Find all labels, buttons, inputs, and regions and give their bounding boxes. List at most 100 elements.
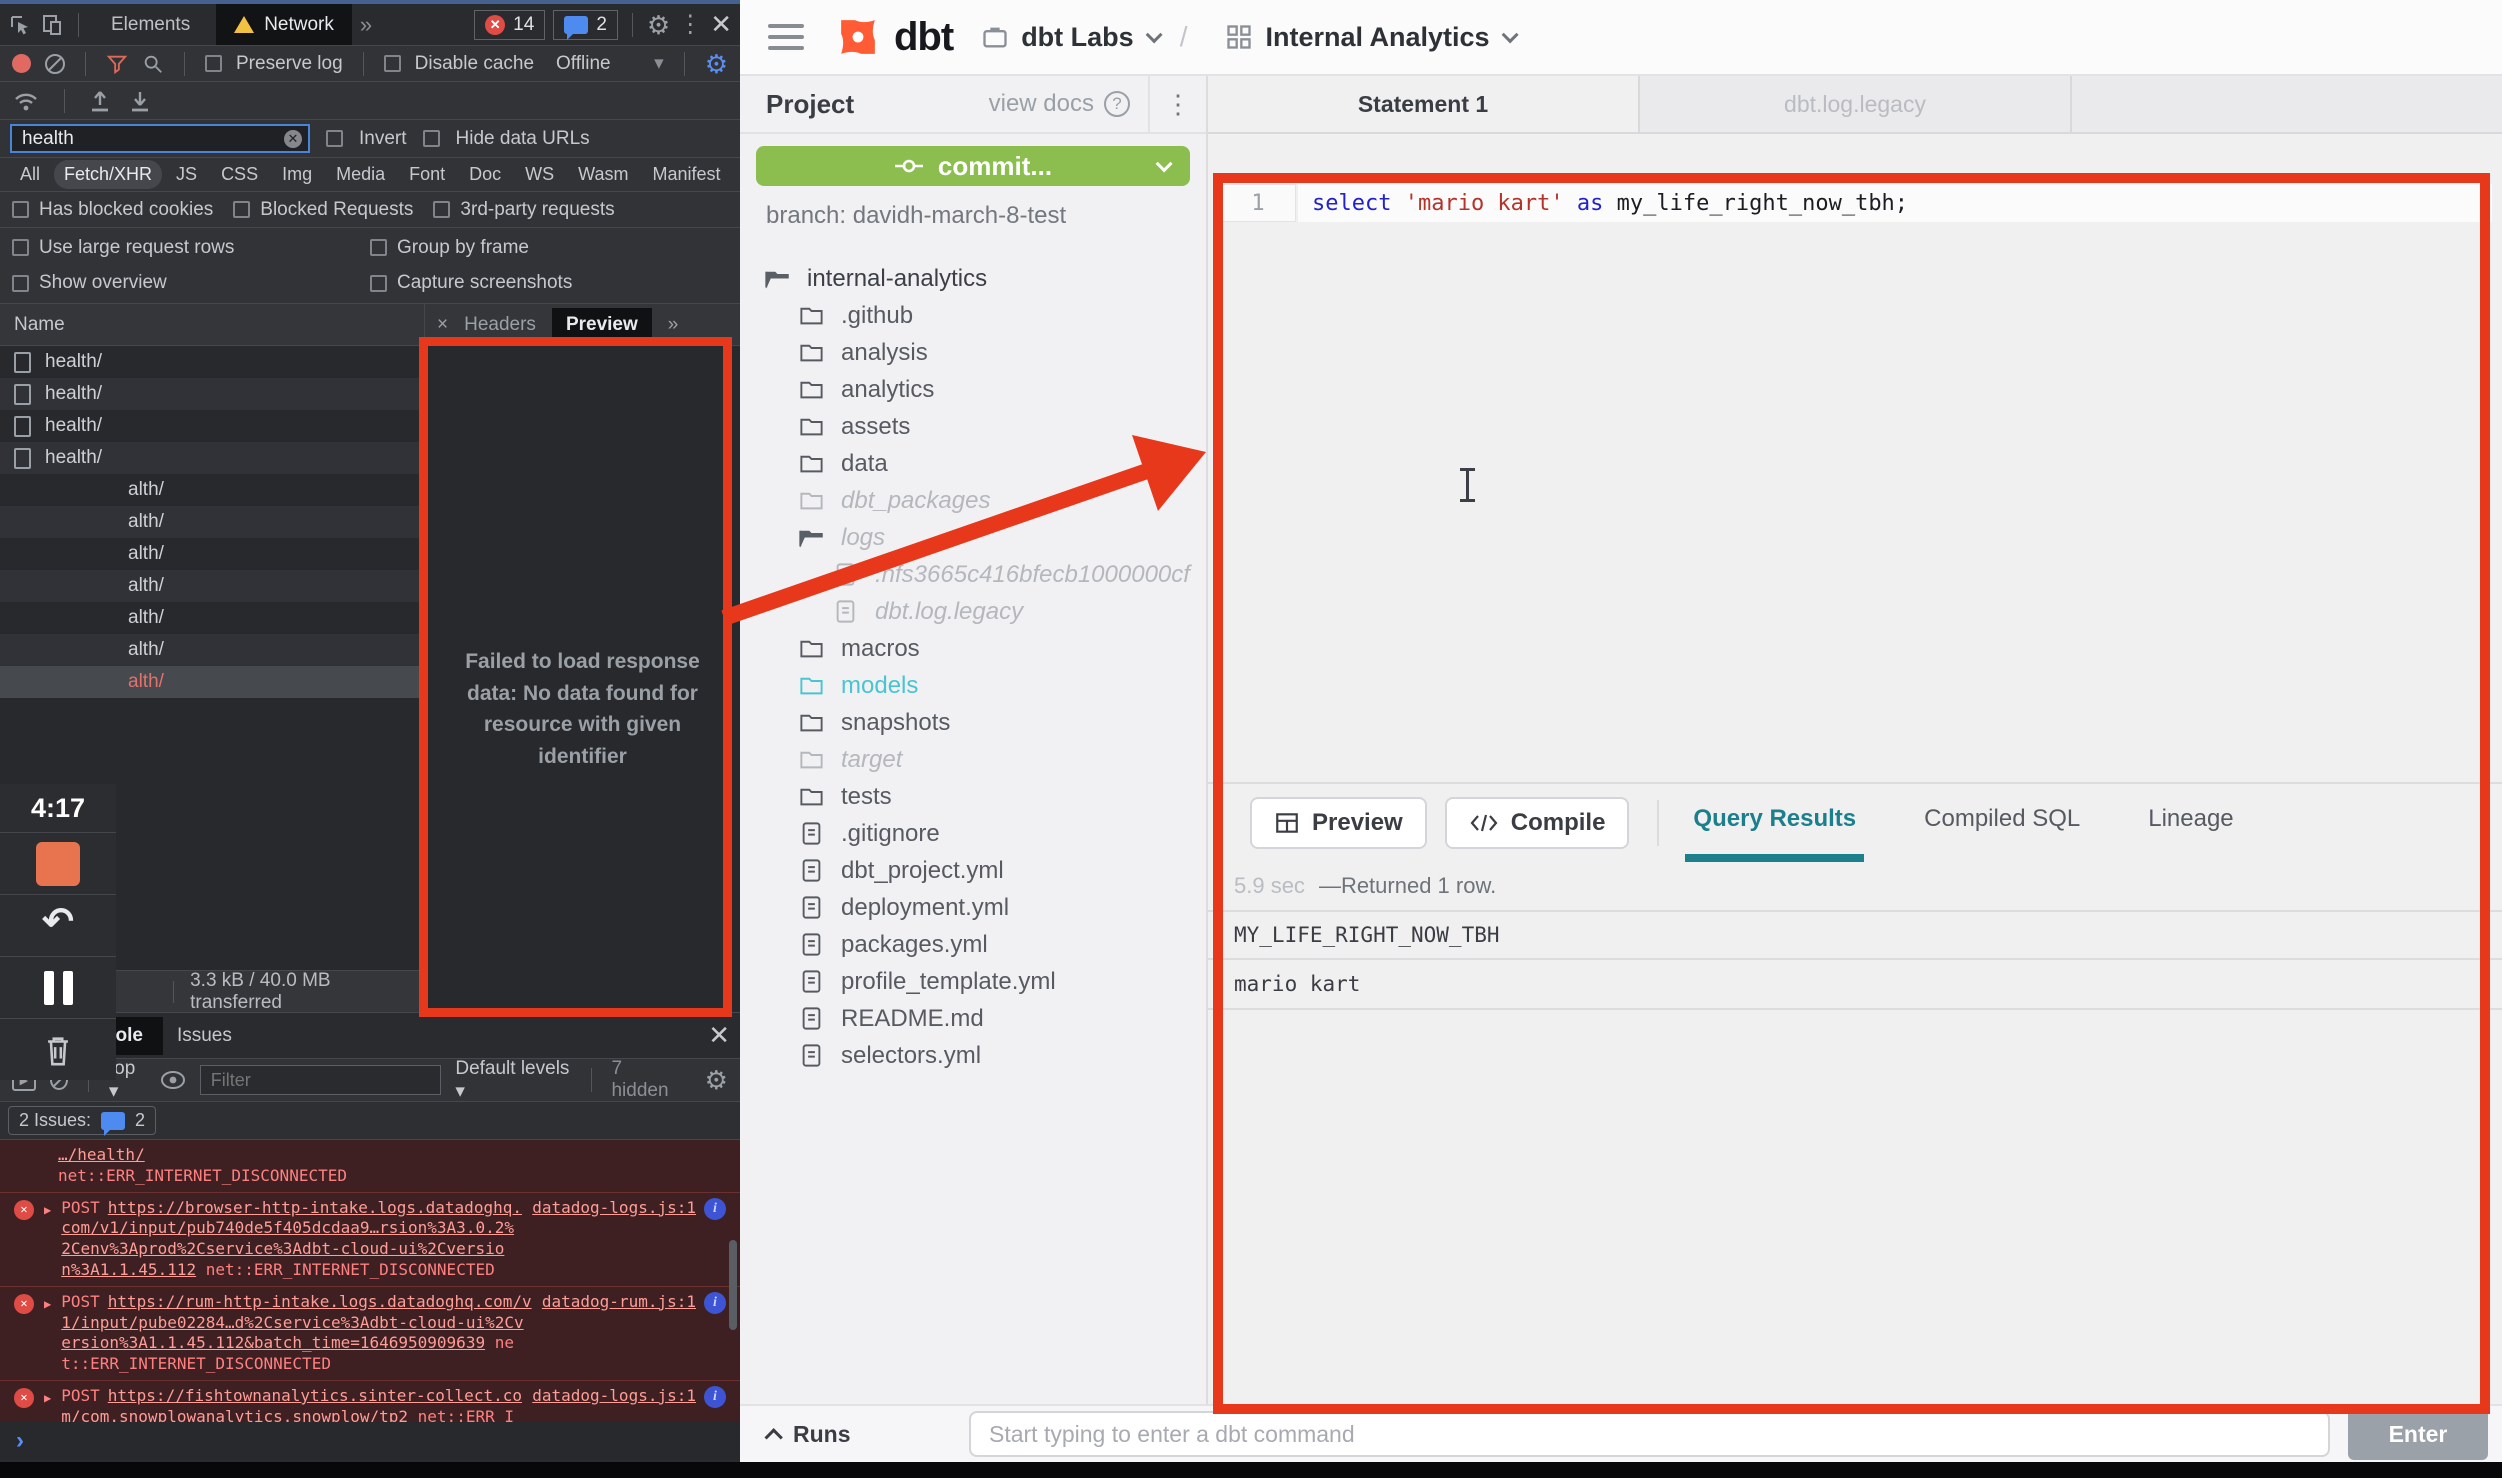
name-column-header[interactable]: Name (14, 314, 65, 336)
type-filter-css[interactable]: CSS (211, 160, 268, 189)
console-levels-select[interactable]: Default levels ▾ (455, 1058, 570, 1103)
tree-folder[interactable]: data (740, 445, 1206, 482)
error-source-link[interactable]: datadog-rum.js:1 (542, 1292, 696, 1313)
tree-file[interactable]: .nfs3665c416bfecb1000000cf (740, 556, 1206, 593)
restart-recording-icon[interactable]: ↶ (42, 899, 74, 944)
commit-button[interactable]: commit... (756, 146, 1190, 186)
tree-file[interactable]: deployment.yml (740, 889, 1206, 926)
type-filter-img[interactable]: Img (272, 160, 322, 189)
tab-dbt-log-legacy[interactable]: dbt.log.legacy (1640, 76, 2072, 132)
type-filter-manifest[interactable]: Manifest (643, 160, 731, 189)
preserve-log-checkbox[interactable] (205, 55, 222, 72)
request-row[interactable]: alth/ (0, 474, 424, 506)
request-row[interactable]: alth/ (0, 506, 424, 538)
tab-network[interactable]: Network (216, 4, 352, 45)
tree-folder[interactable]: analysis (740, 334, 1206, 371)
stop-recording-button[interactable] (36, 842, 80, 886)
capture-screenshots-checkbox[interactable] (370, 275, 387, 292)
type-filter-font[interactable]: Font (399, 160, 455, 189)
close-console-icon[interactable]: ✕ (708, 1020, 730, 1051)
devtools-menu-icon[interactable]: ⋮ (678, 10, 702, 39)
show-overview-checkbox[interactable] (12, 275, 29, 292)
console-settings-gear-icon[interactable]: ⚙ (705, 1067, 728, 1093)
expand-icon[interactable]: ▶ (44, 1391, 51, 1422)
runs-toggle[interactable]: Runs (754, 1421, 969, 1448)
request-row[interactable]: alth/ (0, 602, 424, 634)
type-filter-wasm[interactable]: Wasm (568, 160, 638, 189)
invert-checkbox[interactable] (326, 130, 343, 147)
info-icon[interactable]: i (704, 1386, 726, 1408)
error-count-badge[interactable]: ✕14 (474, 10, 545, 40)
tree-folder[interactable]: macros (740, 630, 1206, 667)
info-icon[interactable]: i (704, 1292, 726, 1314)
tree-file[interactable]: profile_template.yml (740, 963, 1206, 1000)
request-row[interactable]: alth/ (0, 570, 424, 602)
import-har-icon[interactable] (89, 89, 111, 113)
hamburger-menu-icon[interactable] (768, 24, 804, 50)
tab-issues[interactable]: Issues (177, 1025, 232, 1047)
network-filter-input[interactable] (12, 128, 308, 150)
request-row[interactable]: health/ (0, 346, 424, 378)
disable-cache-checkbox[interactable] (384, 55, 401, 72)
tree-file[interactable]: selectors.yml (740, 1037, 1206, 1074)
chevron-down-icon[interactable] (1156, 155, 1173, 172)
tree-folder[interactable]: dbt_packages (740, 482, 1206, 519)
type-filter-js[interactable]: JS (166, 160, 207, 189)
console-scrollbar-thumb[interactable] (729, 1240, 737, 1330)
view-docs-link[interactable]: view docs? (989, 90, 1130, 118)
request-row[interactable]: alth/ (0, 538, 424, 570)
clear-filter-icon[interactable]: ✕ (284, 130, 302, 148)
tree-folder-models[interactable]: models (740, 667, 1206, 704)
group-by-frame-checkbox[interactable] (370, 239, 387, 256)
type-filter-media[interactable]: Media (326, 160, 395, 189)
tree-file[interactable]: README.md (740, 1000, 1206, 1037)
dbt-logo[interactable]: dbt (832, 11, 953, 63)
console-filter-input[interactable] (201, 1070, 441, 1091)
clear-network-log-icon[interactable] (45, 54, 65, 74)
sidebar-menu-icon[interactable]: ⋮ (1148, 76, 1206, 132)
tree-file[interactable]: dbt_project.yml (740, 852, 1206, 889)
account-switcher[interactable]: dbt Labs / (981, 21, 1197, 53)
type-filter-ws[interactable]: WS (515, 160, 564, 189)
tree-file[interactable]: packages.yml (740, 926, 1206, 963)
tree-folder[interactable]: .github (740, 297, 1206, 334)
tree-file[interactable]: dbt.log.legacy (740, 593, 1206, 630)
request-row-selected-failed[interactable]: alth/ (0, 666, 424, 698)
enter-button[interactable]: Enter (2348, 1408, 2488, 1460)
eye-icon[interactable] (160, 1070, 186, 1090)
tab-statement-1[interactable]: Statement 1 (1208, 76, 1640, 132)
device-toolbar-icon[interactable] (40, 13, 64, 37)
tree-folder-root[interactable]: internal-analytics (740, 260, 1206, 297)
expand-icon[interactable]: ▶ (44, 1203, 51, 1281)
inspect-element-icon[interactable] (8, 13, 32, 37)
throttling-select[interactable]: Offline (556, 53, 611, 75)
blocked-requests-checkbox[interactable] (233, 201, 250, 218)
tree-folder[interactable]: analytics (740, 371, 1206, 408)
tree-file[interactable]: .gitignore (740, 815, 1206, 852)
error-source-link[interactable]: datadog-logs.js:1 (532, 1198, 696, 1219)
delete-recording-button[interactable] (0, 1018, 116, 1080)
tree-folder-open[interactable]: logs (740, 519, 1206, 556)
settings-gear-icon[interactable]: ⚙ (647, 12, 670, 38)
search-icon[interactable] (142, 53, 164, 75)
project-switcher[interactable]: Internal Analytics (1225, 22, 1513, 53)
more-response-tabs-icon[interactable]: » (668, 314, 679, 336)
console-prompt[interactable]: › (0, 1422, 740, 1460)
tab-elements[interactable]: Elements (93, 7, 208, 43)
request-row[interactable]: alth/ (0, 634, 424, 666)
tree-folder[interactable]: snapshots (740, 704, 1206, 741)
issues-chip[interactable]: 2 Issues: 2 (8, 1106, 156, 1135)
close-request-details-icon[interactable]: × (437, 314, 448, 336)
tree-folder[interactable]: tests (740, 778, 1206, 815)
request-row[interactable]: health/ (0, 378, 424, 410)
expand-icon[interactable]: ▶ (44, 1297, 51, 1375)
hide-data-urls-checkbox[interactable] (423, 130, 440, 147)
type-filter-doc[interactable]: Doc (459, 160, 511, 189)
tab-headers[interactable]: Headers (464, 314, 536, 336)
throttling-dropdown-icon[interactable]: ▾ (654, 52, 664, 75)
issues-count-badge[interactable]: 2 (553, 10, 618, 40)
tree-folder[interactable]: assets (740, 408, 1206, 445)
export-har-icon[interactable] (129, 89, 151, 113)
request-row[interactable]: health/ (0, 442, 424, 474)
type-filter-fetchxhr[interactable]: Fetch/XHR (54, 160, 162, 189)
